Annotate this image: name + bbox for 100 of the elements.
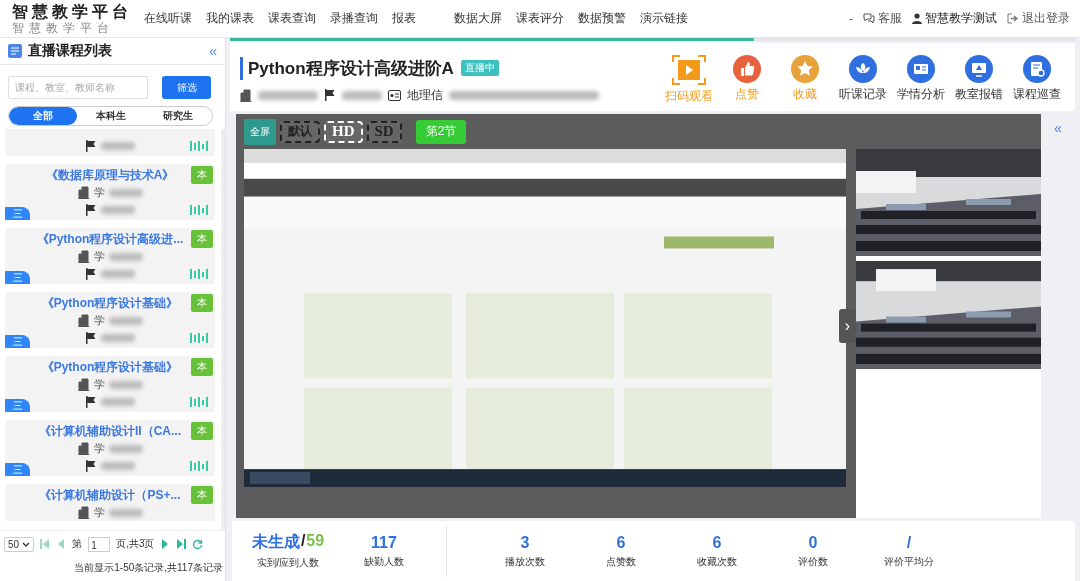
id-card-icon: [388, 89, 401, 101]
course-title[interactable]: 《Python程序设计基础》: [41, 359, 179, 376]
thumbs-up-icon: [733, 55, 761, 83]
brand-subtitle: 智慧教学平台: [12, 21, 115, 34]
collapse-button[interactable]: «: [209, 43, 217, 59]
stat-value: 未生成/59: [251, 532, 325, 552]
page-size-select[interactable]: 50: [4, 536, 35, 552]
previous-page-icon[interactable]: [56, 539, 67, 549]
sidebar-title: 直播课程列表: [28, 42, 112, 60]
stat-value: 0: [808, 533, 818, 552]
course-title[interactable]: 《计算机辅助设计（PS+...: [39, 487, 181, 504]
nav-link[interactable]: 录播查询: [328, 10, 386, 27]
list-icon: [8, 44, 22, 58]
flag-icon: [85, 395, 97, 408]
blurred-smudge: [108, 508, 143, 517]
nav-link[interactable]: 演示链接: [638, 10, 696, 27]
building-icon: [77, 314, 90, 327]
quality-button[interactable]: HD: [324, 120, 363, 143]
nav-link[interactable]: 课表查询: [266, 10, 324, 27]
nav-link[interactable]: 报表: [390, 10, 448, 27]
sound-bars-icon: [190, 396, 210, 408]
first-page-icon[interactable]: [40, 539, 51, 549]
blurred-smudge: [108, 252, 143, 261]
header-link[interactable]: 客服: [878, 10, 902, 27]
header-link[interactable]: 退出登录: [1022, 10, 1070, 27]
play-frame-icon: [672, 55, 706, 85]
blurred-smudge: [101, 461, 135, 470]
refresh-icon[interactable]: [192, 538, 204, 550]
filter-tab[interactable]: 本科生: [76, 107, 145, 125]
chat-icon: [863, 13, 875, 24]
building-icon: [77, 250, 90, 263]
flag-icon: [85, 331, 97, 344]
user-icon: [912, 13, 922, 24]
course-card[interactable]: 《数据库原理与技术A》 学 本 三: [5, 164, 215, 220]
building-icon: [77, 378, 90, 391]
filter-tab[interactable]: 全部: [9, 107, 77, 125]
building-icon: [77, 442, 90, 455]
nav-link[interactable]: 课表评分: [514, 10, 572, 27]
page-input[interactable]: 1: [88, 536, 111, 552]
course-title[interactable]: 《Python程序设计基础》: [41, 295, 179, 312]
course-title[interactable]: 《数据库原理与技术A》: [45, 167, 175, 184]
nav-link[interactable]: 数据大屏: [452, 10, 510, 27]
level-badge: 本: [191, 166, 213, 184]
last-page-icon[interactable]: [176, 539, 187, 549]
blurred-smudge: [108, 188, 143, 197]
course-card[interactable]: 《Python程序设计基础》 学 本 三: [5, 356, 215, 412]
stat-label: 实到/应到人数: [256, 556, 320, 570]
stat-label: 点赞数: [606, 554, 636, 569]
course-title[interactable]: 《计算机辅助设计II（CA...: [39, 423, 181, 440]
stat-value: 6: [712, 533, 722, 552]
brand-title: 智慧教学平台: [12, 3, 133, 20]
live-badge: 直播中: [460, 60, 499, 76]
filter-tab[interactable]: 研究生: [144, 107, 212, 125]
toggle-tab[interactable]: ›: [839, 309, 856, 343]
stat-label: 播放次数: [505, 554, 545, 569]
course-title: Python程序设计高级进阶A: [248, 57, 454, 80]
separator-dash: -: [849, 11, 853, 26]
course-card[interactable]: 《计算机辅助设计II（CA... 学 本 三: [5, 420, 215, 476]
weekday-tag: 三: [5, 463, 30, 476]
search-field[interactable]: 课程、教室、教师名称: [8, 76, 148, 99]
room-text: 学: [93, 377, 105, 392]
action-link[interactable]: 听课记录: [839, 86, 887, 103]
blurred-smudge: [101, 269, 135, 278]
room-text: 学: [93, 249, 105, 264]
level-badge: 本: [191, 294, 213, 312]
course-card[interactable]: [5, 129, 215, 156]
page-count: 页,共3页: [116, 537, 155, 551]
stat-value: 117: [371, 533, 397, 552]
flag-icon: [85, 139, 97, 152]
course-card[interactable]: 《Python程序设计基础》 学 本 三: [5, 292, 215, 348]
action-link[interactable]: 课程巡查: [1013, 86, 1061, 103]
leaf-icon: [849, 55, 877, 83]
nav-link[interactable]: 在线听课: [142, 10, 200, 27]
level-badge: 本: [191, 486, 213, 504]
weekday-tag: 三: [5, 271, 30, 284]
blurred-smudge: [101, 397, 135, 406]
filter-button[interactable]: 筛选: [162, 76, 211, 99]
nav-link[interactable]: 数据预警: [576, 10, 634, 27]
course-card[interactable]: 《计算机辅助设计（PS+... 学 本: [5, 484, 215, 521]
chevron-down-icon: [22, 541, 31, 548]
action-link[interactable]: 学情分析: [897, 86, 945, 103]
record-summary: 当前显示1-50条记录,共117条记录: [73, 561, 224, 575]
course-card[interactable]: 《Python程序设计高级进... 学 本 三: [5, 228, 215, 284]
flag-icon: [324, 89, 336, 101]
nav-link[interactable]: 我的课表: [204, 10, 262, 27]
level-badge: 本: [191, 230, 213, 248]
building-icon: [240, 88, 252, 102]
stat-label: 缺勤人数: [364, 554, 404, 569]
course-title[interactable]: 《Python程序设计高级进...: [36, 231, 184, 248]
stat-value: 3: [520, 533, 530, 552]
room-text: 学: [93, 505, 105, 520]
level-badge: 本: [191, 358, 213, 376]
class-name: 地理信: [407, 86, 443, 104]
monitor-icon: [965, 55, 993, 83]
room-text: 学: [93, 185, 105, 200]
room-text: 学: [93, 441, 105, 456]
stat-label: 评价数: [798, 554, 828, 569]
action-link[interactable]: 教室报错: [955, 86, 1003, 103]
logout-icon: [1007, 13, 1019, 24]
user-name[interactable]: 智慧教学测试: [925, 10, 997, 27]
